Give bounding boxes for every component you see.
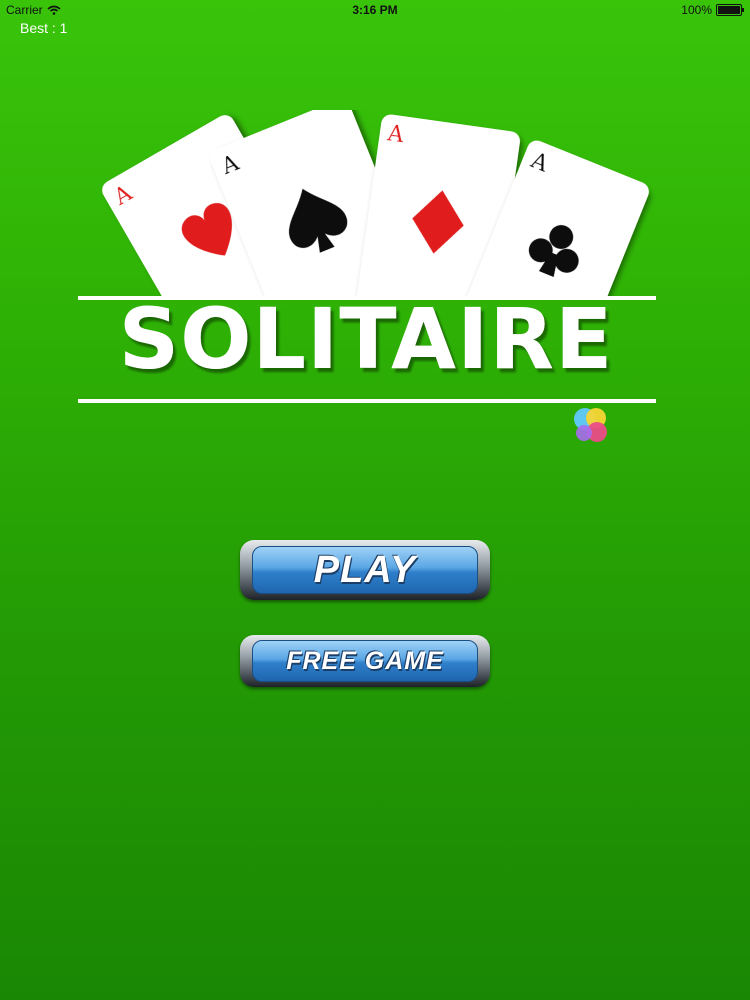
free-game-button[interactable]: FREE GAME — [240, 635, 490, 687]
play-button[interactable]: PLAY — [240, 540, 490, 600]
play-button-label: PLAY — [252, 546, 478, 594]
logo-title: SOLITAIRE — [119, 290, 614, 388]
status-bar: Carrier 3:16 PM 100% — [0, 0, 750, 20]
logo-bottom-rule — [78, 399, 656, 403]
battery-percent: 100% — [681, 3, 712, 17]
status-time: 3:16 PM — [352, 3, 398, 17]
best-score: Best : 1 — [20, 20, 68, 36]
battery-icon — [716, 4, 744, 16]
battery-group: 100% — [681, 3, 744, 17]
solitaire-logo: A A A A A A A SOLITAIRE — [78, 110, 656, 403]
free-game-button-label: FREE GAME — [252, 640, 478, 682]
game-center-icon[interactable] — [570, 405, 612, 447]
